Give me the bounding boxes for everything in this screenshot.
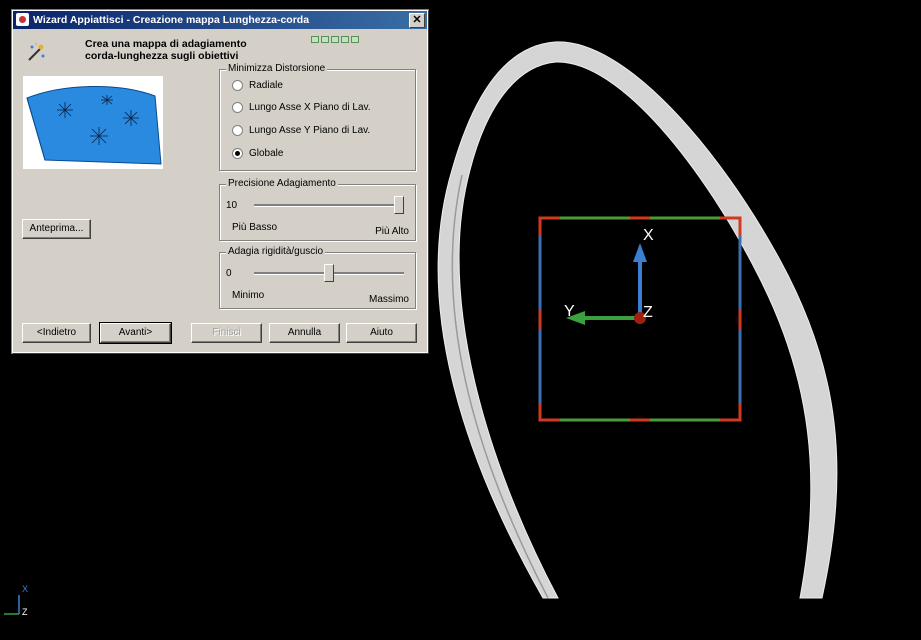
precision-group: Precisione Adagiamento 10 Più Basso Più … [219,178,416,241]
rigidity-legend: Adagia rigidità/guscio [226,246,326,257]
radio-globale[interactable]: Globale [232,148,283,159]
precision-value: 10 [226,200,238,211]
app-icon [16,13,29,26]
radio-asse-x-indicator[interactable] [232,102,243,113]
precision-min-label: Più Basso [232,222,278,233]
rigidity-value: 0 [226,268,232,279]
radio-asse-y-label: Lungo Asse Y Piano di Lav. [249,125,371,136]
wizard-dialog: Wizard Appiattisci - Creazione mappa Lun… [12,10,428,353]
header-line-1: Crea una mappa di adagiamento [85,38,247,50]
rigidity-max-label: Massimo [368,294,409,305]
dialog-title: Wizard Appiattisci - Creazione mappa Lun… [33,14,310,26]
precision-slider-thumb[interactable] [394,196,404,214]
corner-z-label: Z [22,607,28,617]
rigidity-slider-thumb[interactable] [324,264,334,282]
step-progress-indicator [311,36,359,43]
gizmo-x-label: X [643,227,654,244]
preview-button[interactable]: Anteprima... [22,219,91,239]
rigidity-min-label: Minimo [232,290,265,301]
surface-preview-image [23,76,163,169]
precision-legend: Precisione Adagiamento [226,178,338,189]
corner-x-label: X [22,584,28,594]
header-line-2: corda-lunghezza sugli obiettivi [85,50,239,62]
help-button[interactable]: Aiuto [346,323,417,343]
precision-slider-track[interactable] [254,204,404,207]
wizard-step-description: Crea una mappa di adagiamento corda-lung… [85,38,247,62]
radio-asse-x[interactable]: Lungo Asse X Piano di Lav. [232,102,371,113]
precision-max-label: Più Alto [375,226,409,237]
close-button[interactable]: ✕ [409,13,425,28]
gizmo-x-arrowhead [633,243,647,262]
transform-gizmo[interactable]: X Y Z [564,227,654,325]
back-button[interactable]: <Indietro [22,323,91,343]
radio-radiale-indicator[interactable] [232,80,243,91]
radio-asse-y[interactable]: Lungo Asse Y Piano di Lav. [232,125,370,136]
finish-button[interactable]: Finisci [191,323,262,343]
surface-edge-shadow [451,174,549,599]
next-button[interactable]: Avanti> [99,322,172,344]
radio-asse-x-label: Lungo Asse X Piano di Lav. [249,102,371,113]
cancel-button[interactable]: Annulla [269,323,340,343]
magic-wand-icon [28,43,45,61]
gizmo-z-label: Z [643,304,653,321]
radio-globale-indicator[interactable] [232,148,243,159]
radio-radiale-label: Radiale [249,80,283,91]
radio-radiale[interactable]: Radiale [232,80,283,91]
radio-asse-y-indicator[interactable] [232,125,243,136]
dialog-titlebar[interactable]: Wizard Appiattisci - Creazione mappa Lun… [13,11,427,29]
minimize-distortion-group: Minimizza Distorsione Radiale Lungo Asse… [219,63,416,171]
corner-axis-indicator: X Z [4,584,28,617]
radio-globale-label: Globale [249,148,284,159]
minimize-distortion-legend: Minimizza Distorsione [226,63,328,74]
gizmo-y-label: Y [564,303,575,320]
rigidity-group: Adagia rigidità/guscio 0 Minimo Massimo [219,246,416,309]
